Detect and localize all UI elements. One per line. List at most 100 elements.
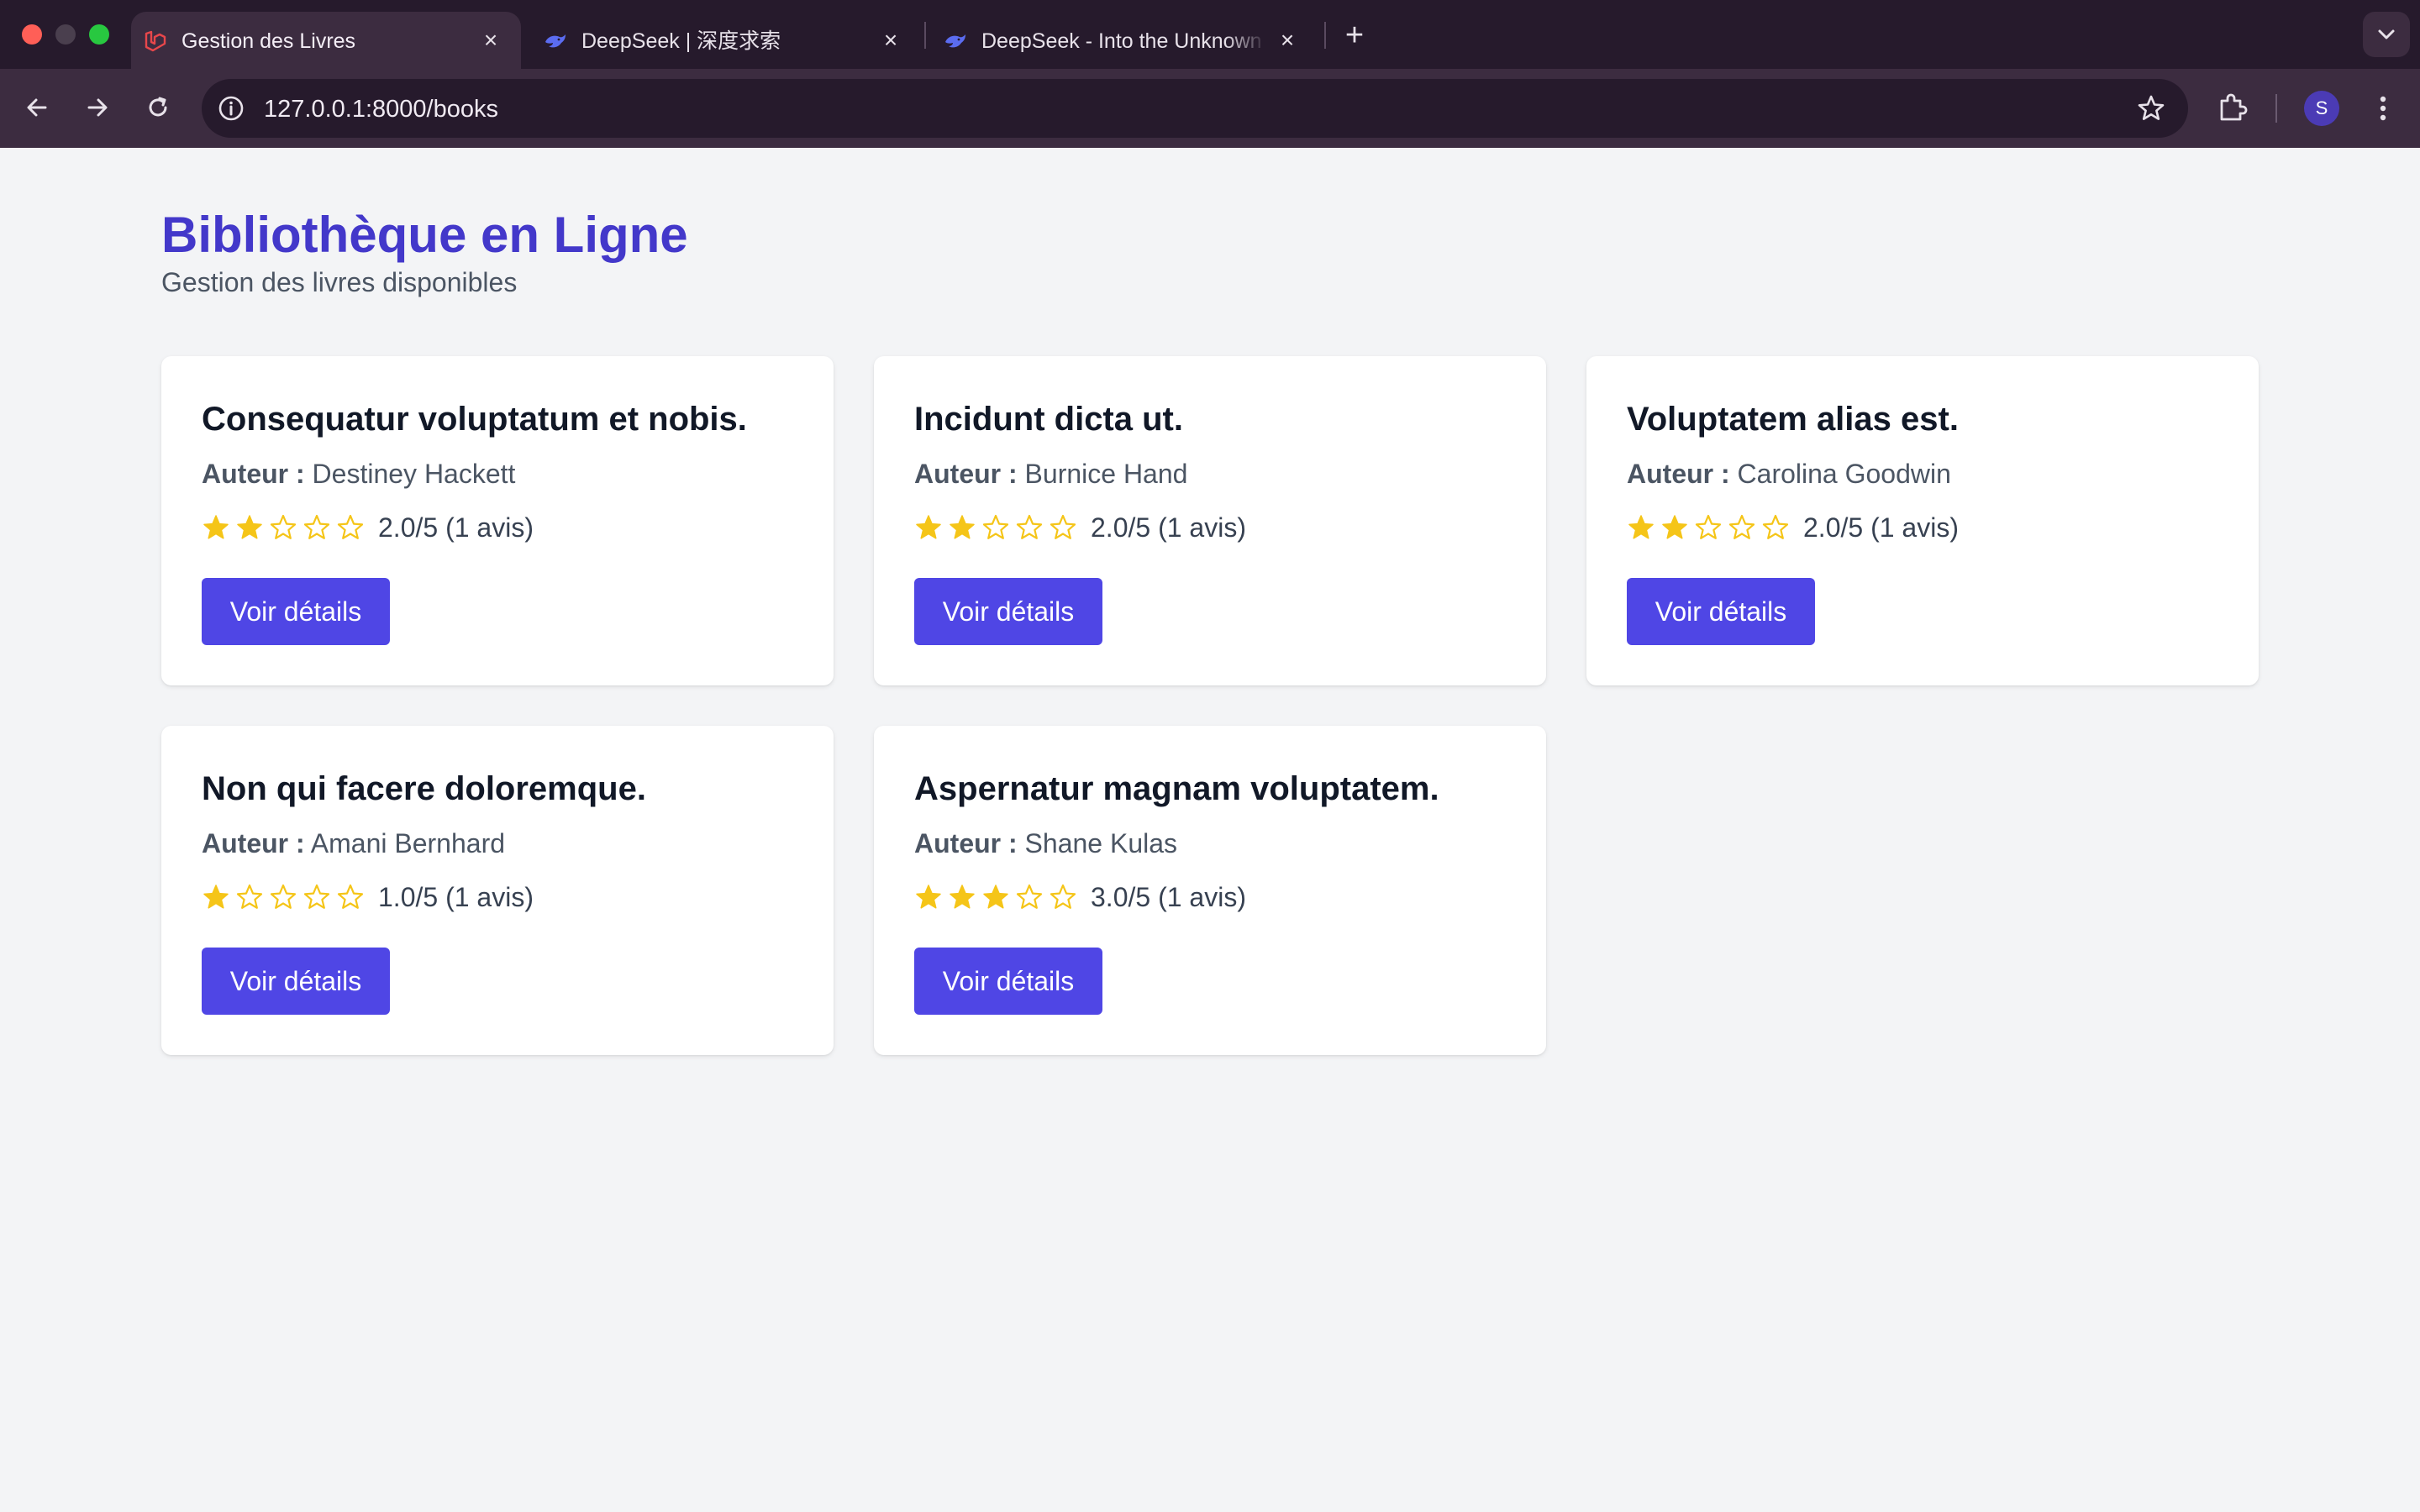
more-options-icon[interactable]	[2368, 91, 2398, 126]
new-tab-button[interactable]: +	[1338, 18, 1371, 52]
star-filled-icon	[983, 885, 1008, 909]
tab-search-button[interactable]	[2363, 12, 2410, 57]
star-empty-icon	[337, 884, 364, 909]
author-name: Amani Bernhard	[310, 828, 506, 858]
browser-toolbar: 127.0.0.1:8000/books S	[0, 69, 2420, 148]
tab-title: DeepSeek - Into the Unknown	[981, 29, 1262, 53]
url-text: 127.0.0.1:8000/books	[264, 96, 498, 123]
star-empty-icon	[1728, 514, 1755, 539]
minimize-window-button[interactable]	[55, 24, 76, 45]
maximize-window-button[interactable]	[89, 24, 109, 45]
star-empty-icon	[1762, 514, 1789, 539]
star-filled-icon	[1662, 515, 1687, 539]
book-author: Auteur : Destiney Hackett	[202, 457, 515, 491]
rating-stars	[914, 883, 1082, 911]
author-name: Destiney Hackett	[312, 459, 516, 489]
author-label: Auteur :	[202, 459, 305, 489]
book-rating: 2.0/5 (1 avis)	[914, 511, 1246, 544]
star-filled-icon	[203, 885, 229, 909]
star-empty-icon	[1016, 514, 1043, 539]
reload-button[interactable]	[138, 87, 178, 128]
author-label: Auteur :	[1627, 459, 1730, 489]
close-tab-icon[interactable]: ×	[877, 27, 904, 54]
star-filled-icon	[1628, 515, 1654, 539]
book-title: Incidunt dicta ut.	[914, 401, 1183, 438]
book-title: Non qui facere doloremque.	[202, 770, 646, 807]
site-info-icon[interactable]	[217, 94, 245, 123]
book-card: Voluptatem alias est. Auteur : Carolina …	[1586, 356, 2259, 685]
bookmark-star-icon[interactable]	[2136, 93, 2166, 123]
book-author: Auteur : Carolina Goodwin	[1627, 457, 1951, 491]
star-filled-icon	[950, 885, 975, 909]
rating-text: 2.0/5 (1 avis)	[378, 512, 534, 543]
star-empty-icon	[1695, 514, 1722, 539]
profile-avatar[interactable]: S	[2304, 91, 2339, 126]
book-card: Aspernatur magnam voluptatem. Auteur : S…	[874, 726, 1546, 1055]
book-rating: 3.0/5 (1 avis)	[914, 880, 1246, 914]
view-details-button[interactable]: Voir détails	[914, 948, 1102, 1015]
rating-text: 1.0/5 (1 avis)	[378, 881, 534, 912]
author-label: Auteur :	[914, 459, 1018, 489]
tab-title: Gestion des Livres	[182, 29, 356, 53]
star-filled-icon	[203, 515, 229, 539]
star-empty-icon	[1016, 884, 1043, 909]
tab-deepseek-1[interactable]: DeepSeek | 深度求索 ×	[531, 12, 918, 69]
book-title: Voluptatem alias est.	[1627, 401, 1959, 438]
book-author: Auteur : Burnice Hand	[914, 457, 1187, 491]
view-details-button[interactable]: Voir détails	[1627, 578, 1815, 645]
tab-title: DeepSeek | 深度求索	[581, 29, 781, 53]
star-empty-icon	[1050, 514, 1076, 539]
rating-text: 2.0/5 (1 avis)	[1803, 512, 1959, 543]
star-empty-icon	[236, 884, 263, 909]
book-author: Auteur : Shane Kulas	[914, 827, 1177, 860]
chevron-down-icon	[2378, 29, 2395, 39]
star-empty-icon	[1050, 884, 1076, 909]
rating-text: 2.0/5 (1 avis)	[1091, 512, 1246, 543]
page-subtitle: Gestion des livres disponibles	[161, 267, 518, 297]
tab-separator	[1324, 22, 1326, 49]
author-name: Shane Kulas	[1024, 828, 1178, 858]
rating-stars	[202, 513, 370, 542]
page-content: Bibliothèque en Ligne Gestion des livres…	[0, 148, 2420, 1512]
forward-button[interactable]	[77, 87, 118, 128]
star-filled-icon	[237, 515, 262, 539]
book-card: Consequatur voluptatum et nobis. Auteur …	[161, 356, 834, 685]
book-card: Non qui facere doloremque. Auteur : Aman…	[161, 726, 834, 1055]
author-name: Burnice Hand	[1024, 459, 1188, 489]
book-author: Auteur : Amani Bernhard	[202, 827, 505, 860]
toolbar-separator	[2275, 94, 2277, 123]
book-title: Consequatur voluptatum et nobis.	[202, 401, 747, 438]
deepseek-whale-icon	[545, 34, 566, 48]
book-rating: 2.0/5 (1 avis)	[202, 511, 534, 544]
arrow-right-icon	[87, 98, 108, 117]
tab-gestion-des-livres[interactable]: Gestion des Livres ×	[131, 12, 521, 69]
book-title: Aspernatur magnam voluptatem.	[914, 770, 1439, 807]
browser-tab-bar: Gestion des Livres × DeepSeek | 深度求索 × D…	[0, 0, 2420, 69]
tab-deepseek-2[interactable]: DeepSeek - Into the Unknown ×	[931, 12, 1318, 69]
book-card: Incidunt dicta ut. Auteur : Burnice Hand…	[874, 356, 1546, 685]
star-empty-icon	[982, 514, 1009, 539]
close-window-button[interactable]	[22, 24, 42, 45]
reload-icon	[149, 97, 167, 117]
star-empty-icon	[270, 514, 297, 539]
page-title: Bibliothèque en Ligne	[161, 207, 688, 263]
rating-stars	[914, 513, 1082, 542]
star-empty-icon	[303, 514, 330, 539]
extensions-puzzle-icon[interactable]	[2215, 91, 2250, 126]
star-filled-icon	[916, 515, 941, 539]
close-tab-icon[interactable]: ×	[1274, 27, 1301, 54]
author-label: Auteur :	[202, 828, 305, 858]
view-details-button[interactable]: Voir détails	[914, 578, 1102, 645]
close-tab-icon[interactable]: ×	[477, 27, 504, 54]
rating-stars	[202, 883, 370, 911]
star-filled-icon	[916, 885, 941, 909]
book-rating: 1.0/5 (1 avis)	[202, 880, 534, 914]
book-rating: 2.0/5 (1 avis)	[1627, 511, 1959, 544]
laravel-icon	[145, 30, 166, 52]
view-details-button[interactable]: Voir détails	[202, 578, 390, 645]
star-empty-icon	[337, 514, 364, 539]
back-button[interactable]	[17, 87, 57, 128]
address-bar[interactable]: 127.0.0.1:8000/books	[202, 79, 2188, 138]
rating-text: 3.0/5 (1 avis)	[1091, 881, 1246, 912]
view-details-button[interactable]: Voir détails	[202, 948, 390, 1015]
